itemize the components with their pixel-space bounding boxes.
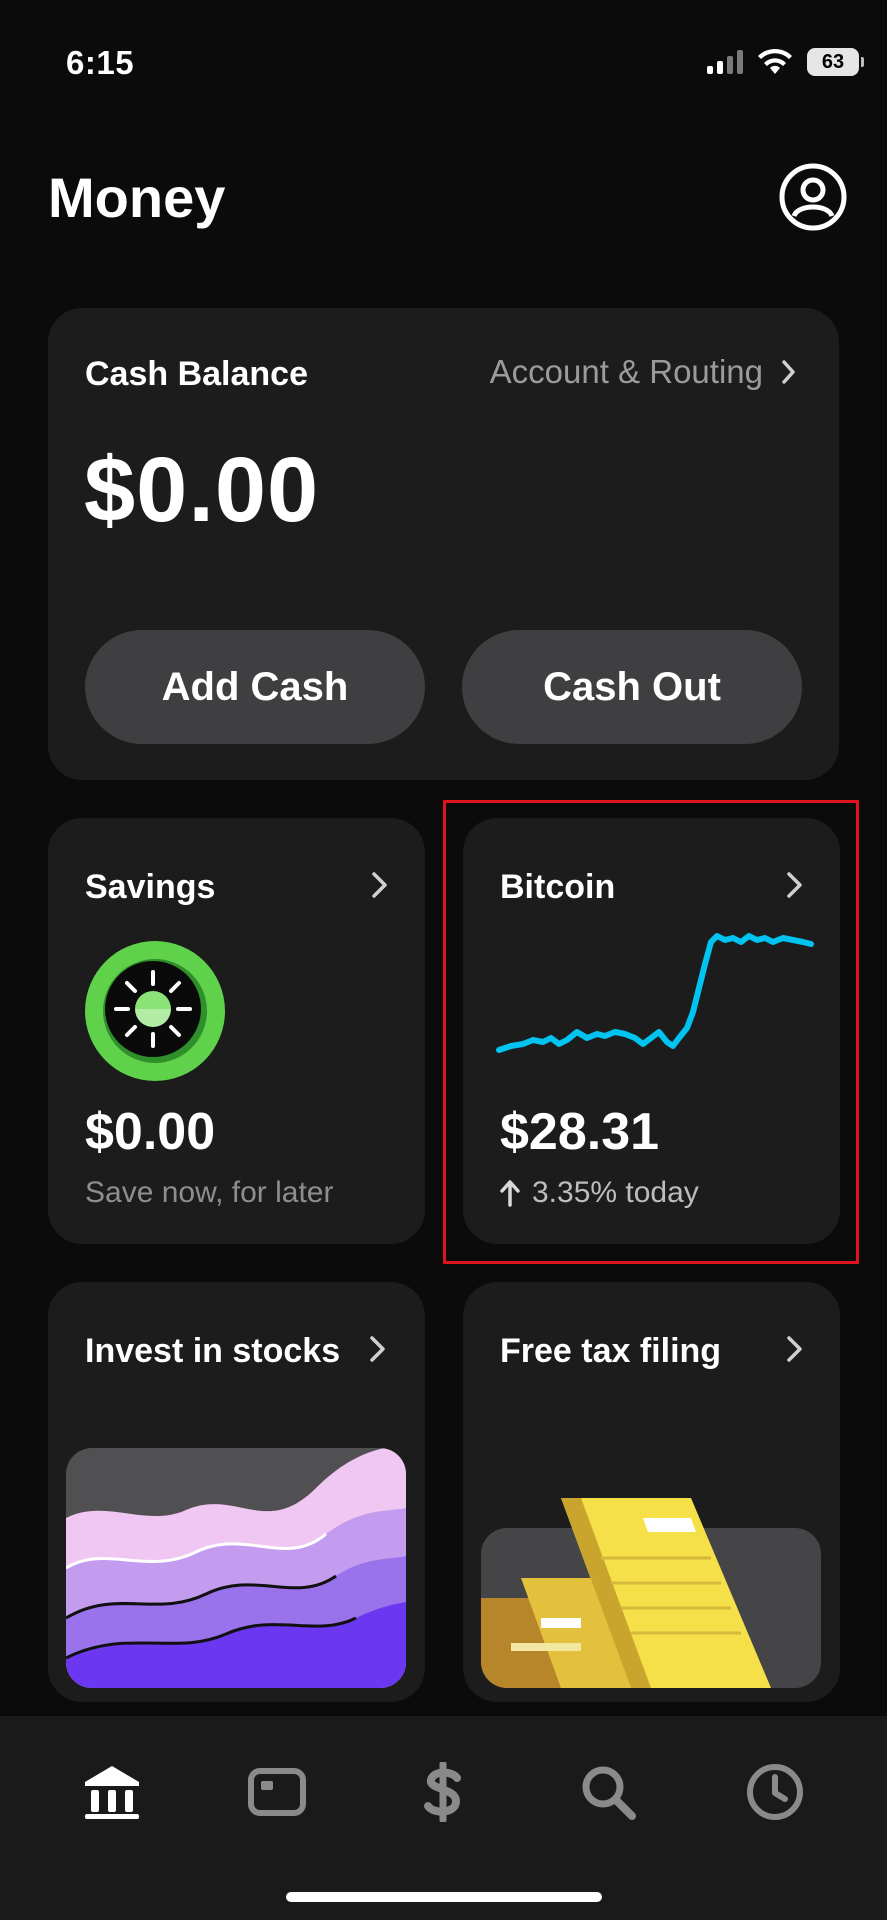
invest-stocks-card[interactable]: Invest in stocks xyxy=(48,1282,425,1702)
cash-out-button[interactable]: Cash Out xyxy=(462,630,802,744)
nav-card[interactable] xyxy=(237,1752,317,1832)
savings-card[interactable]: Savings $0.00 Save now, for later xyxy=(48,818,425,1244)
chevron-right-icon xyxy=(370,1336,385,1362)
chevron-right-icon xyxy=(372,872,387,898)
bottom-nav xyxy=(0,1716,887,1920)
status-time: 6:15 xyxy=(66,44,135,81)
cash-balance-title: Cash Balance xyxy=(85,355,308,393)
cellular-signal-icon xyxy=(707,50,743,74)
clock-icon xyxy=(747,1764,803,1820)
dollar-icon xyxy=(424,1762,461,1822)
wifi-icon xyxy=(758,48,792,74)
card-icon xyxy=(248,1768,306,1816)
home-indicator[interactable] xyxy=(286,1892,602,1902)
nav-money[interactable] xyxy=(403,1752,483,1832)
account-routing-label: Account & Routing xyxy=(489,353,763,390)
free-tax-filing-title: Free tax filing xyxy=(500,1332,722,1370)
savings-sun-icon xyxy=(85,941,225,1081)
tax-documents-illustration xyxy=(481,1498,821,1688)
nav-search[interactable] xyxy=(568,1752,648,1832)
search-icon xyxy=(582,1766,636,1820)
home-icon xyxy=(85,1766,139,1819)
money-screen: 6:15 63 Money Cash Balance Account & Rou… xyxy=(0,0,887,1920)
add-cash-button[interactable]: Add Cash xyxy=(85,630,425,744)
highlight-box xyxy=(443,800,859,1264)
cash-balance-amount: $0.00 xyxy=(84,439,320,541)
profile-icon[interactable] xyxy=(778,162,848,232)
nav-home[interactable] xyxy=(72,1752,152,1832)
cash-balance-card: Cash Balance Account & Routing $0.00 Add… xyxy=(48,308,839,780)
chevron-right-icon xyxy=(787,1336,802,1362)
savings-amount: $0.00 xyxy=(85,1103,216,1161)
savings-title: Savings xyxy=(85,868,216,906)
invest-stocks-title: Invest in stocks xyxy=(85,1332,341,1370)
page-title: Money xyxy=(48,166,226,229)
savings-subtitle: Save now, for later xyxy=(85,1176,334,1209)
account-routing-link[interactable]: Account & Routing xyxy=(490,353,797,391)
status-icons: 63 xyxy=(707,48,864,76)
battery-icon: 63 xyxy=(807,48,864,76)
free-tax-filing-card[interactable]: Free tax filing xyxy=(463,1282,840,1702)
nav-activity[interactable] xyxy=(735,1752,815,1832)
stocks-waves-illustration xyxy=(66,1448,406,1688)
chevron-right-icon xyxy=(782,360,795,384)
